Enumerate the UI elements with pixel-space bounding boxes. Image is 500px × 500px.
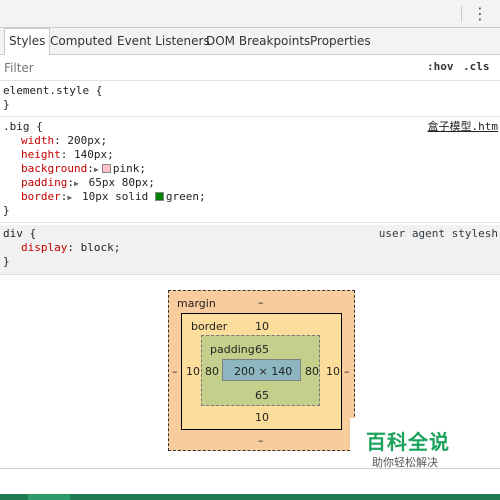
styles-filter-bar: :hov .cls — [0, 55, 500, 81]
toolbar-divider — [461, 6, 462, 22]
tab-event-listeners[interactable]: Event Listeners — [113, 28, 214, 55]
rule-source-label: user agent stylesh — [378, 227, 498, 240]
expand-triangle-icon[interactable]: ▶ — [94, 163, 102, 177]
tab-properties[interactable]: Properties — [306, 28, 375, 55]
border-label: border — [191, 320, 228, 333]
border-left-value[interactable]: 10 — [186, 365, 200, 378]
padding-top-value[interactable]: 65 — [255, 343, 269, 356]
taskbar-segment — [28, 494, 70, 500]
tab-dom-breakpoints[interactable]: DOM Breakpoints — [202, 28, 314, 55]
devtools-top-bar: ⋮ — [0, 0, 500, 28]
margin-top-value[interactable]: – — [258, 296, 264, 309]
vertical-ellipsis-icon[interactable]: ⋮ — [472, 4, 488, 24]
margin-label: margin — [177, 297, 216, 310]
content-size-value[interactable]: 200 × 140 — [234, 365, 292, 378]
tab-computed[interactable]: Computed — [46, 28, 116, 55]
declaration-height[interactable]: height: 140px; — [0, 148, 500, 162]
padding-left-value[interactable]: 80 — [205, 365, 219, 378]
padding-bottom-value[interactable]: 65 — [255, 389, 269, 402]
filter-input[interactable] — [4, 59, 304, 77]
rule-close-brace: } — [3, 255, 10, 268]
declaration-display: display: block; — [21, 241, 121, 254]
padding-label: padding — [210, 343, 255, 356]
sidebar-tabs: Styles Computed Event Listeners DOM Brea… — [0, 28, 500, 56]
color-swatch-green[interactable] — [154, 192, 164, 201]
tab-styles[interactable]: Styles — [4, 28, 51, 56]
declaration-padding[interactable]: padding:▶ 65px 80px; — [0, 176, 500, 190]
border-top-value[interactable]: 10 — [255, 320, 269, 333]
watermark-logo-text: 百科全说 — [366, 430, 450, 454]
margin-left-value[interactable]: – — [172, 365, 178, 378]
hover-state-toggle[interactable]: :hov — [427, 60, 454, 73]
rule-selector[interactable]: element.style { — [0, 84, 500, 98]
declaration-width[interactable]: width: 200px; — [0, 134, 500, 148]
panel-divider — [0, 468, 500, 469]
border-bottom-value[interactable]: 10 — [255, 411, 269, 424]
expand-triangle-icon[interactable]: ▶ — [67, 191, 75, 205]
expand-triangle-icon[interactable]: ▶ — [74, 177, 82, 191]
rule-big: .big { 盒子模型.htm width: 200px; height: 14… — [0, 119, 500, 223]
rule-element-style: element.style { } — [0, 83, 500, 117]
rule-selector[interactable]: .big { — [3, 120, 43, 133]
rule-div-user-agent: div { user agent stylesh display: block;… — [0, 225, 500, 275]
padding-right-value[interactable]: 80 — [305, 365, 319, 378]
rule-selector: div { — [3, 227, 37, 240]
declaration-background[interactable]: background:▶ pink; — [0, 162, 500, 176]
declaration-border[interactable]: border:▶ 10px solid green; — [0, 190, 500, 204]
class-toggle[interactable]: .cls — [463, 60, 490, 73]
margin-bottom-value[interactable]: – — [258, 434, 264, 447]
color-swatch-pink[interactable] — [101, 164, 111, 173]
rule-close-brace: } — [3, 204, 10, 217]
rule-source-link[interactable]: 盒子模型.htm — [428, 120, 499, 134]
taskbar-strip — [0, 494, 500, 500]
border-right-value[interactable]: 10 — [326, 365, 340, 378]
margin-right-value[interactable]: – — [344, 365, 350, 378]
rule-close-brace: } — [3, 98, 10, 111]
